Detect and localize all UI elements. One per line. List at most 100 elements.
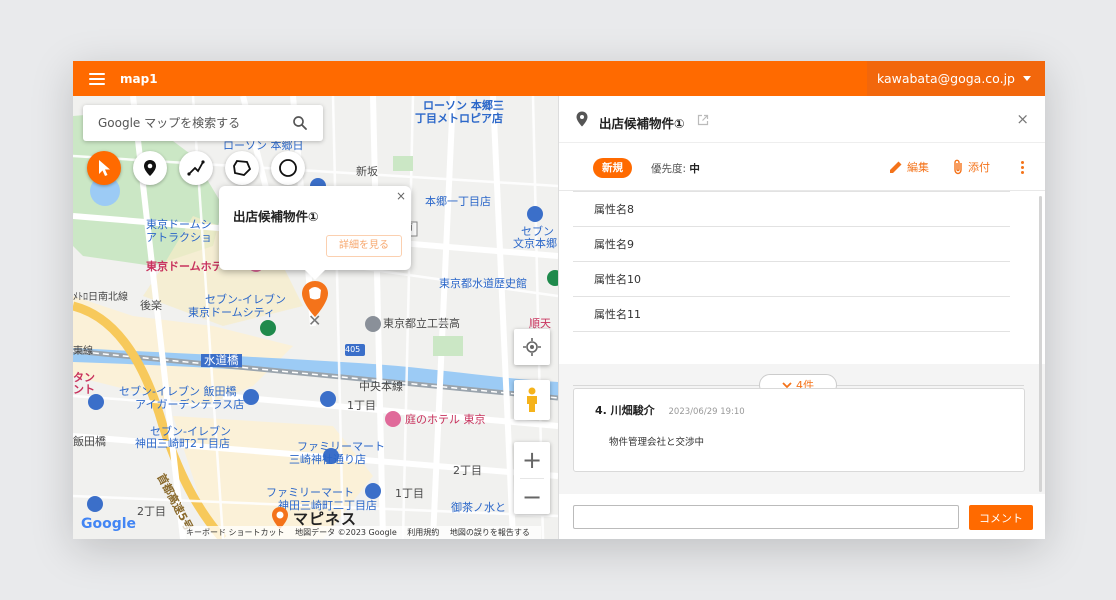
app-header: map1 kawabata@goga.co.jp bbox=[73, 61, 1045, 96]
location-pin-icon bbox=[576, 111, 588, 127]
map-label: 東線 bbox=[73, 346, 93, 357]
map-search-box bbox=[83, 105, 323, 141]
map-label: 庭のホテル 東京 bbox=[405, 413, 486, 426]
attach-button[interactable]: 添付 bbox=[952, 159, 990, 175]
google-logo: Google bbox=[81, 516, 136, 532]
map-label: アイガーデンテラス店 bbox=[135, 398, 245, 411]
terms-link[interactable]: 利用規約 bbox=[407, 528, 439, 537]
map-label: 神田三崎町2丁目店 bbox=[135, 437, 230, 450]
map-label: セブン-イレブン 飯田橋 bbox=[119, 385, 237, 398]
comment-submit-button[interactable]: コメント bbox=[969, 505, 1033, 530]
comments-section: 4件 4. 川畑駿介 2023/06/29 19:10 物件管理会社と交渉中 bbox=[559, 364, 1045, 494]
priority-label: 優先度: bbox=[651, 163, 687, 175]
comment-input[interactable] bbox=[573, 505, 959, 529]
polygon-tool-button[interactable] bbox=[225, 151, 259, 185]
map-label: 東京ドームホテ bbox=[146, 260, 223, 273]
map-label: 1丁目 bbox=[395, 487, 424, 500]
map-label: 中央本線 bbox=[359, 380, 403, 393]
route-shield: 405 bbox=[345, 345, 361, 354]
comments-scrollbar[interactable] bbox=[1039, 358, 1042, 492]
attribute-row: 属性名8 bbox=[573, 192, 1010, 227]
polyline-tool-button[interactable] bbox=[179, 151, 213, 185]
map-data-credit: 地図データ ©2023 Google bbox=[295, 528, 397, 537]
view-details-button[interactable]: 詳細を見る bbox=[326, 235, 402, 257]
status-badge: 新規 bbox=[593, 158, 632, 178]
pegman-icon bbox=[527, 387, 537, 412]
comment-item: 4. 川畑駿介 2023/06/29 19:10 物件管理会社と交渉中 bbox=[573, 388, 1025, 472]
search-icon[interactable] bbox=[291, 114, 309, 132]
app-window: map1 kawabata@goga.co.jp ローソン 本郷三 丁目メトロピ… bbox=[73, 61, 1045, 539]
caret-down-icon bbox=[1023, 76, 1031, 81]
attribute-list: 属性名8 属性名9 属性名10 属性名11 bbox=[573, 191, 1010, 332]
map-label: 水道橋 bbox=[201, 353, 242, 368]
user-menu[interactable]: kawabata@goga.co.jp bbox=[866, 61, 1045, 96]
map-label: 後楽 bbox=[140, 299, 162, 312]
polyline-icon bbox=[187, 160, 205, 176]
map-label: 本郷一丁目店 bbox=[425, 195, 491, 208]
status-bar: 新規 優先度: 中 編集 添付 bbox=[559, 143, 1045, 191]
close-panel-button[interactable]: × bbox=[1016, 110, 1029, 128]
comment-timestamp: 2023/06/29 19:10 bbox=[668, 407, 745, 417]
map-label: 東京ドームシ bbox=[146, 218, 212, 231]
map-label: セブン-イレブン bbox=[205, 293, 286, 306]
map-label: アトラクショ bbox=[146, 231, 212, 244]
map-label: ファミリーマート bbox=[266, 486, 354, 499]
attribute-row: 属性名11 bbox=[573, 297, 1010, 332]
map-info-window: 出店候補物件① × 詳細を見る bbox=[219, 186, 411, 280]
map-label: 東京都水道歴史館 bbox=[439, 277, 527, 290]
map-search-input[interactable] bbox=[98, 116, 278, 130]
attribute-row: 属性名9 bbox=[573, 227, 1010, 262]
priority: 優先度: 中 bbox=[651, 161, 700, 176]
comment-author: 4. 川畑駿介 bbox=[595, 404, 655, 417]
info-window-title: 出店候補物件① bbox=[233, 209, 319, 224]
attribute-scrollbar[interactable] bbox=[1039, 196, 1042, 366]
map-label: ント bbox=[73, 383, 95, 396]
circle-tool-button[interactable] bbox=[271, 151, 305, 185]
map-label: 三崎神社通り店 bbox=[289, 453, 366, 466]
close-icon[interactable]: × bbox=[396, 189, 406, 203]
map-canvas[interactable]: ローソン 本郷三 丁目メトロピア店 ローソン 本郷日 東京ドームシ アトラクショ… bbox=[73, 96, 558, 539]
edit-label: 編集 bbox=[907, 161, 929, 174]
map-label: 文京本郷 bbox=[513, 237, 557, 250]
menu-icon[interactable] bbox=[89, 72, 105, 85]
street-view-button[interactable] bbox=[514, 380, 550, 420]
map-name: map1 bbox=[120, 71, 158, 86]
map-label: 2丁目 bbox=[453, 464, 482, 477]
polygon-icon bbox=[233, 160, 252, 176]
map-label: 東京ドームシティ bbox=[188, 306, 276, 319]
report-error-link[interactable]: 地図の誤りを報告する bbox=[450, 528, 530, 537]
google-logo-text: Google bbox=[81, 516, 137, 532]
map-label: ローソン 本郷三 bbox=[423, 99, 504, 112]
map-label: 2丁目 bbox=[137, 505, 166, 518]
circle-icon bbox=[279, 159, 297, 177]
edit-button[interactable]: 編集 bbox=[889, 159, 929, 175]
map-label: 御茶ノ水と bbox=[451, 501, 506, 514]
my-location-button[interactable] bbox=[514, 329, 550, 365]
zoom-out-button[interactable]: − bbox=[514, 479, 550, 515]
map-label: 丁目メトロピア店 bbox=[415, 112, 503, 125]
more-options-icon[interactable] bbox=[1021, 161, 1025, 176]
paperclip-icon bbox=[954, 159, 962, 175]
cursor-icon bbox=[99, 160, 110, 176]
panel-title: 出店候補物件① bbox=[599, 116, 685, 131]
priority-value: 中 bbox=[689, 163, 700, 175]
map-label: 東京都立工芸高 bbox=[383, 317, 460, 330]
open-external-icon[interactable] bbox=[697, 114, 709, 126]
add-pin-tool-button[interactable] bbox=[133, 151, 167, 185]
zoom-in-button[interactable]: + bbox=[514, 442, 550, 478]
select-tool-button[interactable] bbox=[87, 151, 121, 185]
marker-anchor-icon: ✕ bbox=[308, 311, 322, 330]
comment-body: 物件管理会社と交渉中 bbox=[609, 437, 705, 448]
map-label: ファミリーマート bbox=[297, 440, 385, 453]
pencil-icon bbox=[890, 161, 902, 173]
map-label: 新坂 bbox=[356, 165, 378, 178]
map-label: 飯田橋 bbox=[73, 435, 106, 448]
attach-label: 添付 bbox=[968, 161, 990, 174]
keyboard-shortcuts-link[interactable]: キーボード ショートカット bbox=[186, 528, 285, 537]
panel-header: 出店候補物件① × bbox=[559, 96, 1045, 143]
user-email: kawabata@goga.co.jp bbox=[876, 71, 1015, 86]
pin-icon bbox=[144, 160, 156, 176]
property-detail-panel: 出店候補物件① × 新規 優先度: 中 編集 添付 属性名8 属性名9 属性名1… bbox=[558, 96, 1045, 539]
gps-icon bbox=[523, 338, 541, 356]
zoom-control: + − bbox=[514, 442, 550, 514]
